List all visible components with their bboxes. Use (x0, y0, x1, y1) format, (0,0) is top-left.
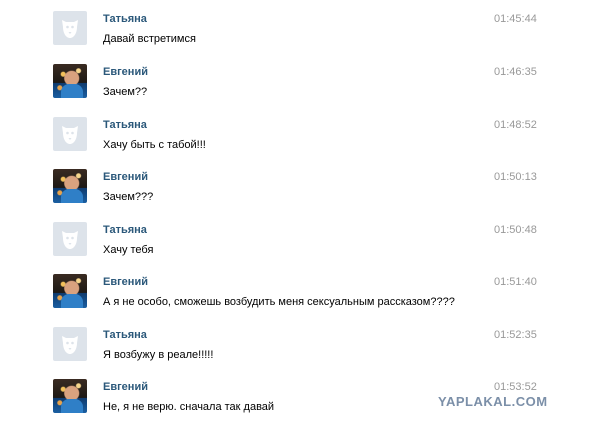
default-avatar-icon[interactable] (53, 327, 87, 361)
user-avatar[interactable] (53, 169, 87, 203)
message-text: А я не особо, сможешь возбудить меня сек… (103, 296, 455, 308)
user-avatar[interactable] (53, 64, 87, 98)
message-item: Евгений 01:46:35 Зачем?? (0, 64, 600, 116)
message-time: 01:48:52 (494, 119, 537, 131)
sender-name[interactable]: Татьяна (103, 119, 147, 131)
message-time: 01:50:48 (494, 224, 537, 236)
default-avatar-icon[interactable] (53, 222, 87, 256)
user-avatar[interactable] (53, 379, 87, 413)
message-text: Зачем??? (103, 191, 154, 203)
message-item: Татьяна 01:45:44 Давай встретимся (0, 11, 600, 63)
message-item: Татьяна 01:48:52 Хачу быть с табой!!! (0, 117, 600, 169)
message-item: Евгений 01:51:40 А я не особо, сможешь в… (0, 274, 600, 326)
message-text: Хачу быть с табой!!! (103, 139, 206, 151)
message-text: Хачу тебя (103, 244, 154, 256)
message-text: Давай встретимся (103, 33, 196, 45)
sender-name[interactable]: Татьяна (103, 329, 147, 341)
user-avatar[interactable] (53, 274, 87, 308)
message-item: Евгений 01:50:13 Зачем??? (0, 169, 600, 221)
sender-name[interactable]: Евгений (103, 276, 148, 288)
sender-name[interactable]: Евгений (103, 66, 148, 78)
message-time: 01:46:35 (494, 66, 537, 78)
message-time: 01:45:44 (494, 13, 537, 25)
chat-history: Татьяна 01:45:44 Давай встретимся Евгени… (0, 0, 600, 430)
message-time: 01:51:40 (494, 276, 537, 288)
sender-name[interactable]: Евгений (103, 171, 148, 183)
sender-name[interactable]: Евгений (103, 381, 148, 393)
message-text: Зачем?? (103, 86, 148, 98)
message-item: Татьяна 01:52:35 Я возбужу в реале!!!!! (0, 327, 600, 379)
message-text: Я возбужу в реале!!!!! (103, 349, 214, 361)
default-avatar-icon[interactable] (53, 117, 87, 151)
site-watermark: YAPLAKAL.COM (438, 394, 548, 409)
default-avatar-icon[interactable] (53, 11, 87, 45)
message-text: Не, я не верю. сначала так давай (103, 401, 275, 413)
sender-name[interactable]: Татьяна (103, 224, 147, 236)
sender-name[interactable]: Татьяна (103, 13, 147, 25)
message-time: 01:52:35 (494, 329, 537, 341)
message-time: 01:50:13 (494, 171, 537, 183)
message-time: 01:53:52 (494, 381, 537, 393)
message-item: Татьяна 01:50:48 Хачу тебя (0, 222, 600, 274)
